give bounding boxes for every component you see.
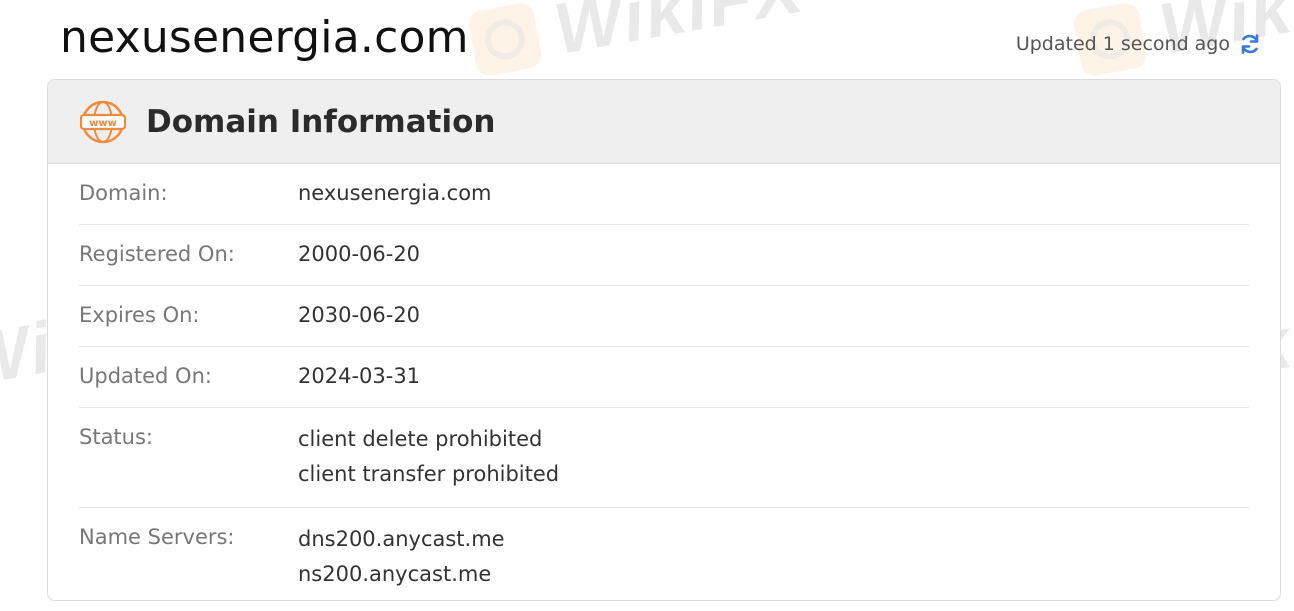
row-label: Updated On: — [79, 364, 212, 388]
row-label: Name Servers: — [79, 525, 235, 549]
row-value: dns200.anycast.me ns200.anycast.me — [298, 522, 505, 592]
card-title: Domain Information — [146, 103, 496, 140]
info-row-status: Status: client delete prohibited client … — [79, 408, 1249, 508]
info-row-expires: Expires On: 2030-06-20 — [79, 286, 1249, 347]
updated-value: 2024-03-31 — [298, 364, 421, 388]
info-row-updated: Updated On: 2024-03-31 — [79, 347, 1249, 408]
row-value: nexusenergia.com — [298, 178, 492, 209]
status-value: client transfer prohibited — [298, 462, 560, 486]
row-value: 2000-06-20 — [298, 239, 420, 270]
row-label: Status: — [79, 425, 153, 449]
updated-text: Updated 1 second ago — [1015, 33, 1230, 55]
row-label: Expires On: — [79, 303, 200, 327]
row-value: 2024-03-31 — [298, 361, 420, 392]
domain-info-card: www Domain Information Domain: nexusener… — [47, 79, 1281, 601]
info-row-domain: Domain: nexusenergia.com — [79, 164, 1249, 225]
www-icon: www — [79, 99, 127, 145]
card-header: www Domain Information — [48, 80, 1280, 164]
updated-status: Updated 1 second ago — [1016, 32, 1262, 56]
name-server-value: ns200.anycast.me — [298, 562, 492, 586]
refresh-icon[interactable] — [1238, 32, 1262, 56]
registered-value: 2000-06-20 — [298, 242, 421, 266]
info-row-registered: Registered On: 2000-06-20 — [79, 225, 1249, 286]
status-value: client delete prohibited — [298, 427, 543, 451]
watermark-text: WikiFX — [548, 0, 810, 70]
row-value: client delete prohibited client transfer… — [298, 422, 559, 492]
watermark: WikiFX — [465, 0, 810, 85]
expires-value: 2030-06-20 — [298, 303, 421, 327]
svg-text:www: www — [89, 118, 117, 129]
name-server-value: dns200.anycast.me — [298, 527, 505, 551]
row-value: 2030-06-20 — [298, 300, 420, 331]
info-table: Domain: nexusenergia.com Registered On: … — [48, 164, 1280, 600]
info-row-name-servers: Name Servers: dns200.anycast.me ns200.an… — [79, 508, 1249, 600]
page-title: nexusenergia.com — [60, 12, 469, 63]
row-label: Registered On: — [79, 242, 235, 266]
domain-value: nexusenergia.com — [298, 181, 492, 205]
page: WikiFX WikiFX WikiFX WikiFX WikiFX nexus… — [0, 0, 1294, 611]
row-label: Domain: — [79, 181, 168, 205]
watermark-logo — [466, 1, 544, 78]
